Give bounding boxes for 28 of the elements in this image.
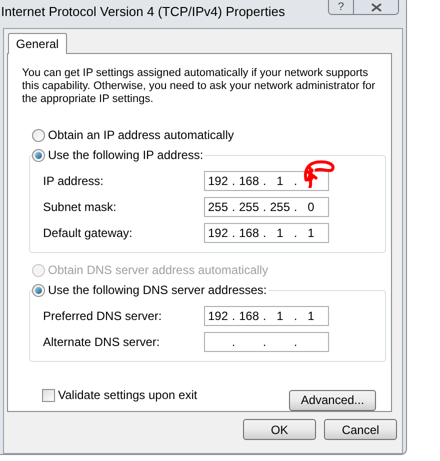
field-label: Alternate DNS server: [42,334,161,351]
radio-button[interactable] [32,128,45,142]
field-label: IP address: [42,173,104,190]
dialog-button[interactable]: OK [243,419,316,440]
ip-address-field[interactable]: 192 . 168 . 1 . 1 [204,223,329,243]
radio-label: Obtain DNS server address automatically [48,262,268,279]
intro-text: You can get IP settings assigned automatically if your network supports this capability. Otherwise, you need to ask your network administrator for the appropriate IP settings. [22,67,376,106]
checkbox[interactable] [42,388,55,402]
tab[interactable]: General [8,33,67,54]
ip-address-field[interactable]: 192 . 168 . 1 . 1 [204,306,329,326]
help-button[interactable]: ? [328,0,354,14]
ip-address-field[interactable]: 192 . 168 . 1 . [204,171,329,191]
close-icon [370,2,382,12]
ip-address-field[interactable]: . . . [204,332,329,352]
ip-address-field[interactable]: 255 . 255 . 255 . 0 [204,197,329,217]
radio-button[interactable] [32,284,45,296]
field-label: Preferred DNS server: [42,308,163,325]
field-label: Subnet mask: [42,199,118,216]
dialog-button[interactable]: Advanced... [289,390,376,410]
radio-label: Use the following DNS server addresses: [48,282,267,299]
radio-label: Obtain an IP address automatically [48,127,234,144]
dialog-button[interactable]: Cancel [324,419,397,440]
field-label: Default gateway: [42,225,134,242]
close-button[interactable] [354,0,398,14]
radio-label: Use the following IP address: [48,147,204,164]
checkbox-label: Validate settings upon exit [58,387,198,404]
window-title: Internet Protocol Version 4 (TCP/IPv4) Properties [1,3,285,21]
radio-button[interactable] [32,148,45,162]
